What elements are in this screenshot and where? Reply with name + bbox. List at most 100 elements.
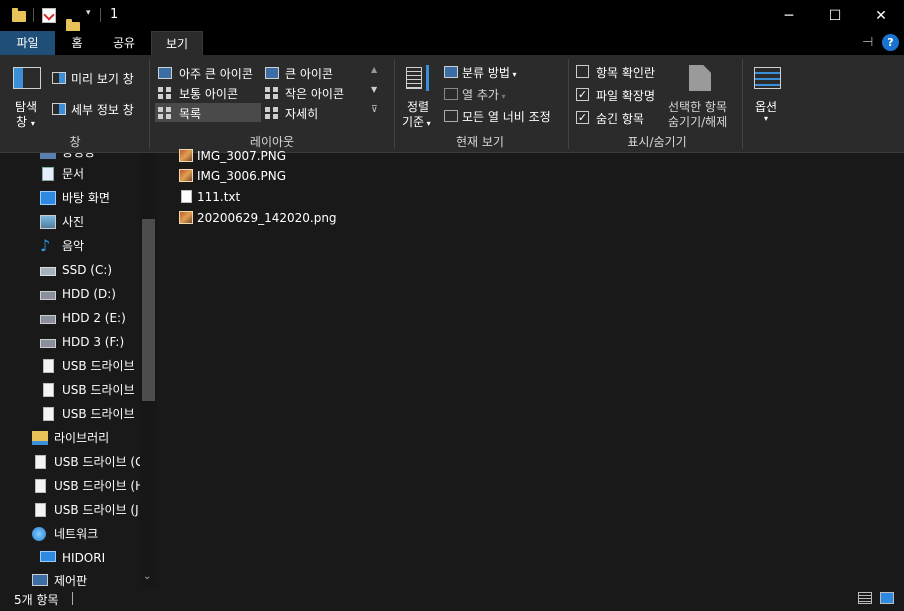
folder-icon: [12, 8, 26, 22]
tab-view[interactable]: 보기: [151, 31, 203, 55]
documents-icon: [42, 167, 54, 181]
usb-icon: [35, 479, 46, 493]
navigation-pane: 동영상 문서 바탕 화면 사진 ♪ 음악 SSD (C:) HDD (D:) H…: [0, 153, 158, 587]
add-columns-button[interactable]: 열 추가 ▾: [443, 85, 538, 103]
file-name: 20200629_142020.png: [197, 211, 337, 225]
pin-ribbon-icon[interactable]: ⊣: [862, 35, 873, 50]
details-pane-icon: [52, 103, 66, 115]
tab-file[interactable]: 파일: [0, 31, 55, 55]
help-icon[interactable]: ?: [882, 34, 899, 51]
image-file-icon: [179, 149, 193, 162]
drive-icon: [40, 339, 56, 348]
hidden-items-toggle[interactable]: ✓ 숨긴 항목: [576, 110, 668, 126]
group-label-show-hide: 표시/숨기기: [627, 135, 687, 149]
usb-icon: [43, 383, 54, 397]
tab-home[interactable]: 홈: [58, 31, 96, 55]
hidden-items-checkbox[interactable]: ✓: [576, 111, 589, 124]
preview-pane-button[interactable]: 미리 보기 창: [52, 69, 144, 87]
sidebar-item-label: 바탕 화면: [62, 191, 110, 205]
sidebar-item-label: USB 드라이브 (G: [54, 455, 145, 469]
preview-pane-icon: [52, 72, 66, 84]
hide-selected-icon: [689, 65, 711, 91]
drive-icon: [40, 291, 56, 300]
usb-icon: [35, 455, 46, 469]
control-panel-icon: [32, 574, 48, 586]
group-label-current-view: 현재 보기: [456, 135, 504, 149]
item-checkboxes-checkbox[interactable]: [576, 65, 589, 78]
layout-large-icons[interactable]: 큰 아이콘: [263, 63, 369, 82]
file-name: 111.txt: [197, 190, 241, 204]
file-name: IMG_3007.PNG: [197, 149, 287, 163]
list-icon: [158, 107, 172, 119]
navigation-pane-icon: [13, 67, 41, 89]
details-view-icon[interactable]: [858, 592, 872, 604]
navigation-pane-label-2: 창 ▾: [16, 115, 35, 129]
maximize-button[interactable]: ☐: [812, 0, 858, 31]
navigation-pane-button[interactable]: 탐색 창 ▾: [8, 61, 46, 129]
usb-icon: [35, 503, 46, 517]
image-file-icon: [179, 169, 193, 182]
item-checkboxes-toggle[interactable]: 항목 확인란: [576, 64, 668, 80]
layout-gallery: 아주 큰 아이콘 큰 아이콘 보통 아이콘 작은 아이콘 목록 자세히 ▲ ▼ …: [153, 63, 385, 123]
minimize-button[interactable]: ─: [766, 0, 812, 31]
options-button[interactable]: 옵션 ▾: [750, 61, 786, 129]
window-title: 1: [110, 7, 119, 22]
layout-label: 보통 아이콘: [179, 87, 239, 101]
file-extensions-label: 파일 확장명: [596, 89, 656, 103]
library-icon: [32, 431, 48, 445]
large-icons-view-icon[interactable]: [880, 592, 894, 604]
drive-icon: [40, 267, 56, 276]
hide-selected-items-button[interactable]: 선택한 항목 숨기기/해제: [666, 61, 738, 129]
sidebar-item-label: SSD (C:): [62, 263, 113, 277]
properties-icon[interactable]: [42, 8, 56, 23]
sidebar-item-label: USB 드라이브: [62, 407, 135, 421]
gallery-scroll-down[interactable]: ▼: [371, 85, 377, 94]
sidebar-scroll-thumb[interactable]: [142, 219, 155, 401]
close-button[interactable]: ✕: [858, 0, 904, 31]
layout-label: 자세히: [285, 107, 319, 121]
sidebar-item-label: 제어판: [54, 574, 88, 587]
options-dropdown-icon: ▾: [764, 114, 769, 123]
layout-label: 작은 아이콘: [285, 87, 345, 101]
layout-label: 목록: [179, 107, 202, 121]
file-name: IMG_3006.PNG: [197, 169, 287, 183]
file-list: IMG_3007.PNG IMG_3006.PNG 111.txt 202006…: [158, 149, 904, 587]
layout-label: 큰 아이콘: [285, 67, 333, 81]
image-file-icon: [179, 211, 193, 224]
sidebar-item-label: USB 드라이브: [62, 383, 135, 397]
details-icon: [265, 107, 279, 119]
file-extensions-toggle[interactable]: ✓ 파일 확장명: [576, 87, 668, 103]
tab-share[interactable]: 공유: [104, 31, 144, 55]
sidebar-item-label: 네트워크: [54, 527, 99, 541]
details-pane-button[interactable]: 세부 정보 창: [52, 100, 144, 118]
layout-details[interactable]: 자세히: [263, 103, 369, 122]
usb-icon: [43, 407, 54, 421]
sort-by-button[interactable]: 정렬 기준 ▾: [400, 61, 438, 129]
hidden-items-label: 숨긴 항목: [596, 112, 644, 126]
gallery-expand[interactable]: ⊽: [371, 105, 378, 115]
group-label-panes: 창: [69, 135, 81, 149]
sort-label-2: 기준 ▾: [402, 115, 431, 129]
add-columns-icon: [444, 88, 458, 100]
layout-small-icons[interactable]: 작은 아이콘: [263, 83, 369, 102]
medium-icons-icon: [158, 87, 172, 99]
layout-medium-icons[interactable]: 보통 아이콘: [155, 83, 261, 102]
network-icon: [32, 527, 46, 541]
usb-icon: [43, 359, 54, 373]
layout-list[interactable]: 목록: [155, 103, 261, 122]
file-extensions-checkbox[interactable]: ✓: [576, 88, 589, 101]
divider: [33, 8, 34, 22]
size-columns-button[interactable]: 모든 열 너비 조정: [443, 107, 565, 125]
group-by-button[interactable]: 분류 방법 ▾: [443, 63, 538, 81]
gallery-scroll-up[interactable]: ▲: [371, 65, 377, 74]
add-columns-label: 열 추가 ▾: [462, 88, 506, 102]
title-bar: ▾ 1 ─ ☐ ✕: [0, 0, 904, 33]
scroll-down-icon[interactable]: ⌄: [143, 571, 151, 582]
layout-extra-large-icons[interactable]: 아주 큰 아이콘: [155, 63, 261, 82]
divider: [149, 59, 150, 149]
customize-toolbar-icon[interactable]: ▾: [86, 8, 91, 24]
preview-pane-label: 미리 보기 창: [71, 72, 134, 86]
sidebar-item-label: 사진: [62, 215, 85, 229]
checkmark-icon: [43, 9, 55, 21]
large-icons-icon: [265, 67, 279, 79]
